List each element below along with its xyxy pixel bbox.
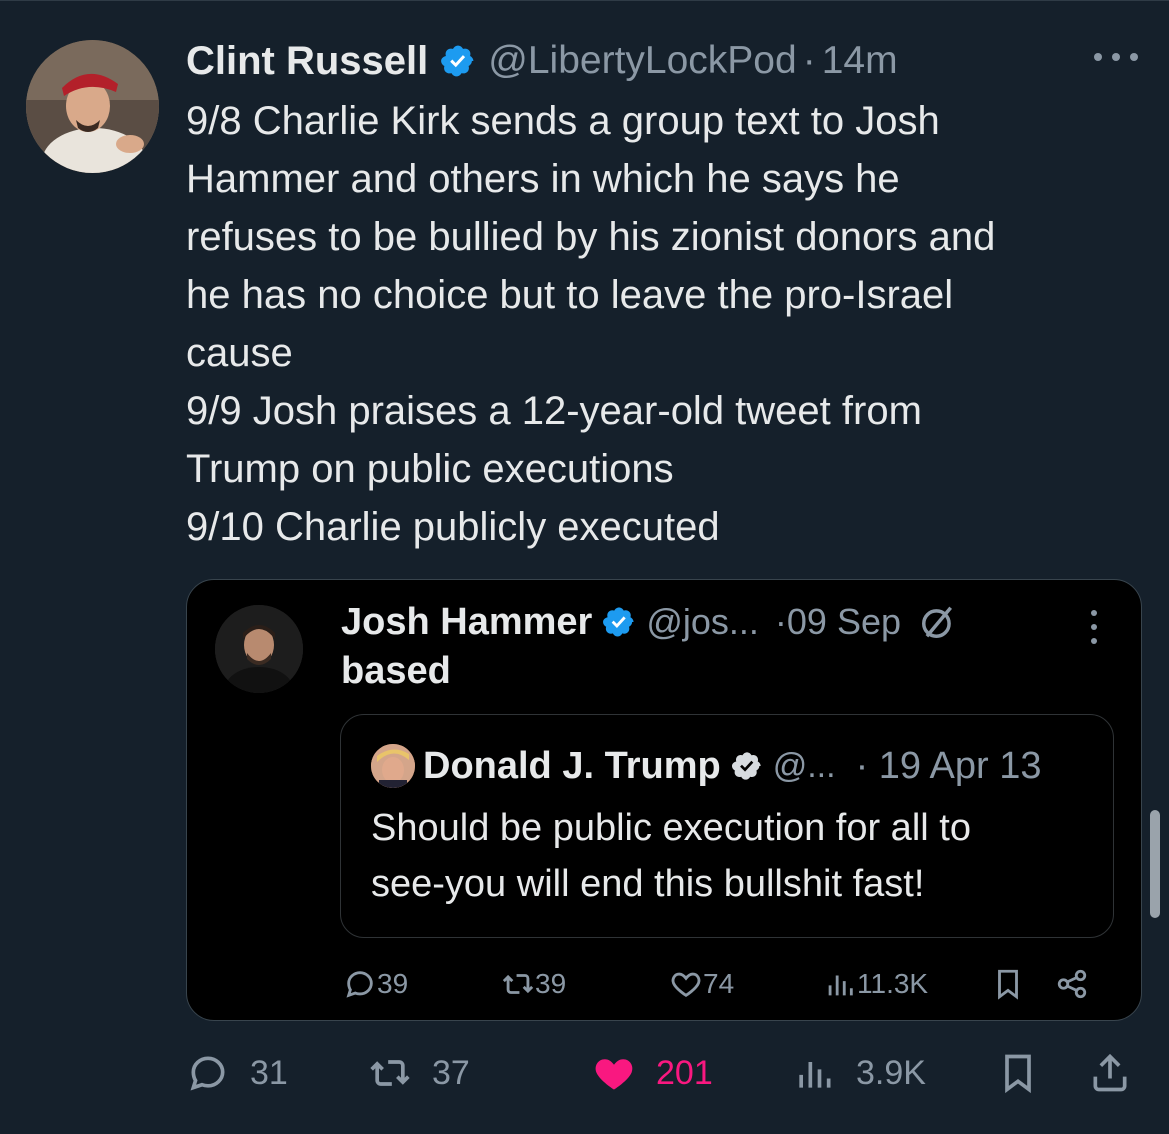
quoted-bookmark-icon <box>991 962 1025 1006</box>
heart-filled-icon <box>595 1059 633 1090</box>
reply-count: 31 <box>250 1053 288 1092</box>
inner-header: Donald J. Trump @... · 19 Apr 13 <box>371 743 1041 789</box>
verified-badge-icon <box>603 607 634 637</box>
quoted-author-avatar <box>215 605 303 693</box>
quoted-author-handle: @jos... <box>646 601 759 642</box>
grok-icon <box>922 606 953 638</box>
reply-icon <box>190 1056 225 1091</box>
header-separator: · <box>802 39 816 82</box>
repost-icon <box>502 974 534 994</box>
bookmark-button[interactable] <box>996 1048 1040 1098</box>
author-avatar[interactable] <box>26 40 159 173</box>
reply-button[interactable]: 31 <box>186 1048 288 1098</box>
verified-badge-icon <box>731 752 761 780</box>
tweet-line: 9/10 Charlie publicly executed <box>186 505 720 549</box>
inner-author-avatar <box>371 744 415 788</box>
top-divider <box>0 0 1169 1</box>
quoted-header: Josh Hammer @jos... ·09 Sep <box>341 600 957 644</box>
repost-icon <box>370 1060 410 1086</box>
quoted-views-stat: 11.3K <box>823 962 928 1006</box>
views-icon <box>799 1062 831 1088</box>
quoted-text: based <box>341 650 451 692</box>
tweet-time[interactable]: 14m <box>822 39 898 83</box>
quoted-author-name: Josh Hammer <box>341 600 593 643</box>
tweet-line: 9/9 Josh praises a 12-year-old tweet fro… <box>186 389 922 433</box>
quoted-repost-count: 39 <box>535 968 567 999</box>
reply-icon <box>346 971 373 998</box>
views-button[interactable]: 3.9K <box>792 1048 926 1098</box>
quoted-reply-count: 39 <box>377 968 409 999</box>
tweet-action-bar: 31 37 201 3.9K <box>186 1048 1146 1098</box>
inner-line: see-you will end this bullshit fast! <box>371 863 925 905</box>
tweet-line: Hammer and others in which he says he <box>186 157 900 201</box>
inner-text: Should be public execution for all to se… <box>371 800 971 912</box>
author-name[interactable]: Clint Russell <box>186 39 428 84</box>
quoted-repost-stat: 39 <box>501 962 566 1006</box>
repost-count: 37 <box>432 1053 470 1092</box>
views-count: 3.9K <box>856 1053 926 1092</box>
verified-badge-icon <box>441 45 474 77</box>
quoted-more-icon <box>1089 610 1099 644</box>
quoted-views-count: 11.3K <box>857 968 929 999</box>
scrollbar-thumb[interactable] <box>1150 810 1160 918</box>
share-button[interactable] <box>1088 1048 1132 1098</box>
inner-author-name: Donald J. Trump <box>423 744 721 787</box>
tweet-line: refuses to be bullied by his zionist don… <box>186 215 996 259</box>
quoted-share-icon <box>1055 962 1089 1006</box>
like-button[interactable]: 201 <box>592 1048 713 1098</box>
tweet-line: he has no choice but to leave the pro-Is… <box>186 273 954 317</box>
tweet-line: cause <box>186 331 293 375</box>
inner-date: · 19 Apr 13 <box>855 744 1042 787</box>
quoted-action-bar: 39 39 74 11.3K <box>343 962 1103 1006</box>
inner-author-handle: @... <box>772 746 836 785</box>
inner-quoted-tweet: Donald J. Trump @... · 19 Apr 13 Should … <box>340 714 1114 938</box>
bookmark-icon <box>1005 1054 1031 1094</box>
quoted-like-count: 74 <box>703 968 735 999</box>
tweet-header: Clint Russell @LibertyLockPod · 14m <box>186 36 898 86</box>
quoted-like-stat: 74 <box>669 962 734 1006</box>
quoted-reply-stat: 39 <box>343 962 408 1006</box>
author-handle[interactable]: @LibertyLockPod <box>488 39 796 83</box>
tweet-line: Trump on public executions <box>186 447 674 491</box>
quoted-tweet-image[interactable]: Josh Hammer @jos... ·09 Sep based Donald… <box>186 579 1142 1021</box>
views-icon <box>828 975 853 996</box>
repost-button[interactable]: 37 <box>368 1048 470 1098</box>
inner-line: Should be public execution for all to <box>371 807 971 849</box>
like-icon <box>671 972 701 998</box>
more-options-icon[interactable] <box>1094 42 1138 72</box>
quoted-date: ·09 Sep <box>774 601 901 642</box>
tweet-text: 9/8 Charlie Kirk sends a group text to J… <box>186 92 1146 556</box>
like-count: 201 <box>656 1053 713 1092</box>
tweet-line: 9/8 Charlie Kirk sends a group text to J… <box>186 99 940 143</box>
share-icon <box>1093 1053 1127 1092</box>
